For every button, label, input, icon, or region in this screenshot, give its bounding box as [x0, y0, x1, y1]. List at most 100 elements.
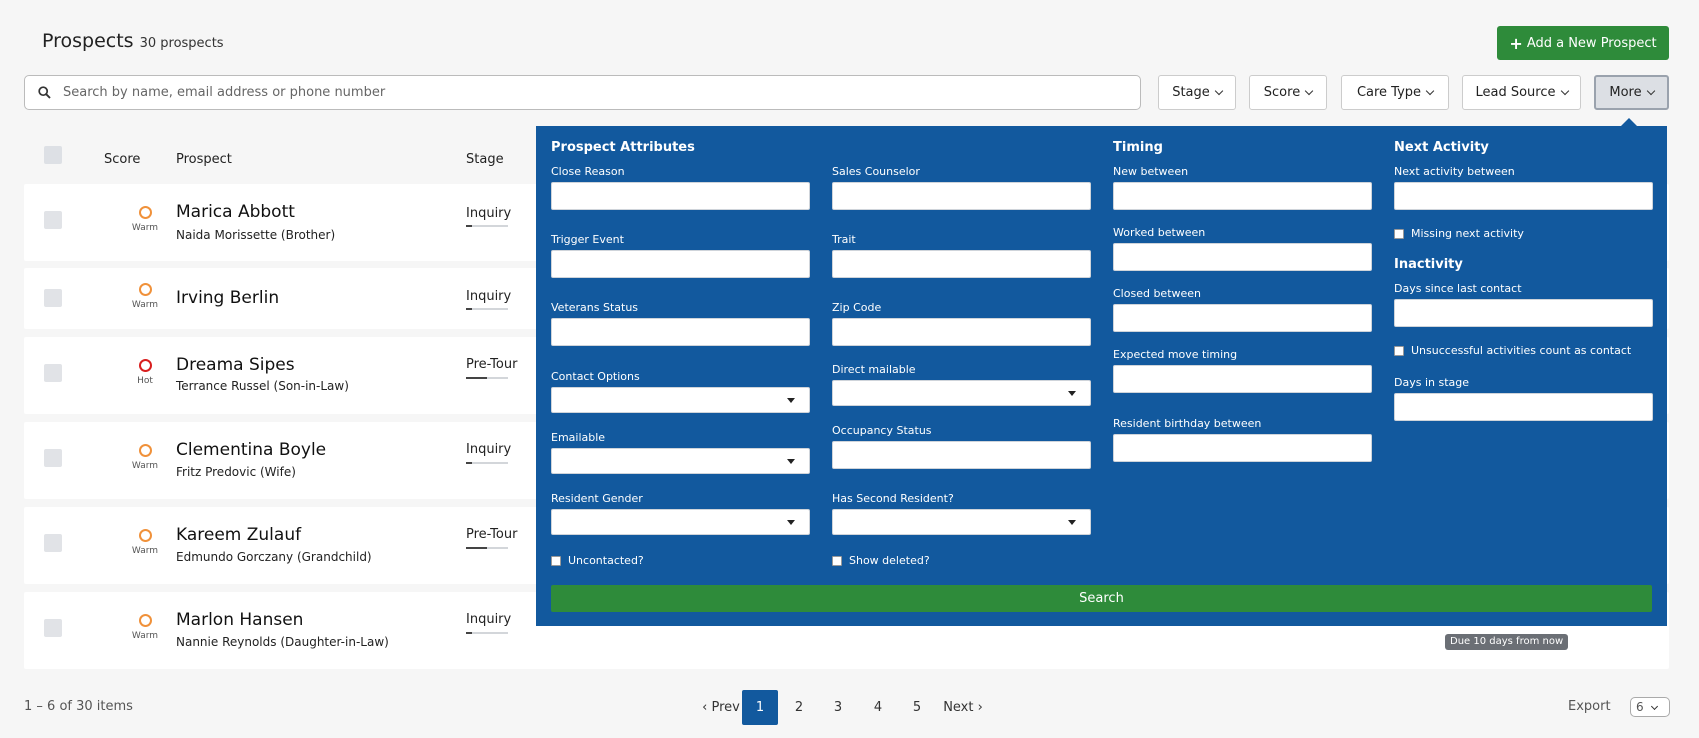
- warm-score-icon: [138, 529, 152, 542]
- checkbox-box[interactable]: [1394, 228, 1404, 239]
- export-link[interactable]: Export: [1568, 699, 1611, 714]
- prospect-contact: Naida Morissette (Brother): [176, 228, 336, 242]
- days-in-stage-field[interactable]: [1394, 393, 1653, 421]
- days-since-last-contact-label: Days since last contact: [1394, 282, 1522, 295]
- page-1-link[interactable]: 1: [742, 690, 778, 725]
- page-3-link[interactable]: 3: [820, 690, 856, 725]
- inactivity-heading: Inactivity: [1394, 257, 1463, 272]
- score-label: Warm: [131, 546, 159, 556]
- resident-gender-label: Resident Gender: [551, 492, 643, 505]
- checkbox-box[interactable]: [1394, 345, 1404, 356]
- trait-label: Trait: [832, 233, 856, 246]
- trait-field[interactable]: [832, 250, 1091, 278]
- column-header-score[interactable]: Score: [104, 152, 140, 167]
- score-filter-label: Score: [1263, 85, 1301, 100]
- row-checkbox[interactable]: [44, 449, 62, 467]
- prospect-attributes-heading: Prospect Attributes: [551, 140, 695, 155]
- next-page-link[interactable]: Next ›: [940, 690, 986, 725]
- occupancy-status-field[interactable]: [832, 441, 1091, 469]
- page-2-link[interactable]: 2: [781, 690, 817, 725]
- days-since-last-contact-field[interactable]: [1394, 299, 1653, 327]
- score-filter-button[interactable]: Score: [1249, 75, 1327, 110]
- close-reason-label: Close Reason: [551, 165, 625, 178]
- row-checkbox[interactable]: [44, 289, 62, 307]
- prospect-name[interactable]: Dreama Sipes: [176, 355, 295, 375]
- prospect-contact: Edmundo Gorczany (Grandchild): [176, 550, 372, 564]
- show-deleted-checkbox[interactable]: Show deleted?: [832, 554, 930, 567]
- prospect-name[interactable]: Irving Berlin: [176, 288, 279, 308]
- warm-score-icon: [138, 283, 152, 296]
- prospect-name[interactable]: Kareem Zulauf: [176, 525, 301, 545]
- score-label: Warm: [131, 223, 159, 233]
- stage-text: Inquiry: [466, 206, 512, 221]
- timing-heading: Timing: [1113, 140, 1163, 155]
- stage-progress-fill: [466, 377, 487, 379]
- stage-progress-fill: [466, 308, 473, 310]
- direct-mailable-label: Direct mailable: [832, 363, 916, 376]
- prev-page-link[interactable]: ‹ Prev: [700, 690, 742, 725]
- score-indicator: Warm: [104, 444, 186, 471]
- more-filter-button[interactable]: More: [1594, 75, 1669, 110]
- veterans-status-field[interactable]: [551, 318, 810, 346]
- contact-options-select[interactable]: [551, 387, 810, 413]
- per-page-select[interactable]: 6: [1630, 697, 1670, 717]
- stage-progress-bar: [466, 547, 508, 549]
- new-between-field[interactable]: [1113, 182, 1372, 210]
- score-label: Warm: [131, 631, 159, 641]
- resident-birthday-field[interactable]: [1113, 434, 1372, 462]
- caret-down-icon: [787, 398, 795, 403]
- closed-between-field[interactable]: [1113, 304, 1372, 332]
- checkbox-box[interactable]: [832, 555, 842, 566]
- page-4-link[interactable]: 4: [860, 690, 896, 725]
- has-second-resident-select[interactable]: [832, 509, 1091, 535]
- row-checkbox[interactable]: [44, 619, 62, 637]
- search-input[interactable]: [63, 85, 1123, 100]
- score-indicator: Warm: [104, 283, 186, 310]
- column-header-prospect[interactable]: Prospect: [176, 152, 232, 167]
- score-indicator: Warm: [104, 206, 186, 233]
- stage-filter-button[interactable]: Stage: [1158, 75, 1236, 110]
- row-checkbox[interactable]: [44, 534, 62, 552]
- worked-between-field[interactable]: [1113, 243, 1372, 271]
- score-label: Warm: [131, 300, 159, 310]
- missing-next-activity-label: Missing next activity: [1411, 227, 1524, 240]
- caret-down-icon: [1068, 520, 1076, 525]
- select-all-checkbox[interactable]: [44, 146, 62, 164]
- sales-counselor-field[interactable]: [832, 182, 1091, 210]
- row-checkbox[interactable]: [44, 211, 62, 229]
- checkbox-box[interactable]: [551, 555, 561, 566]
- unsuccessful-activities-checkbox[interactable]: Unsuccessful activities count as contact: [1394, 344, 1631, 357]
- next-activity-between-field[interactable]: [1394, 182, 1653, 210]
- row-checkbox[interactable]: [44, 364, 62, 382]
- prospect-name[interactable]: Marica Abbott: [176, 202, 295, 222]
- has-second-resident-label: Has Second Resident?: [832, 492, 954, 505]
- resident-gender-select[interactable]: [551, 509, 810, 535]
- lead-source-filter-button[interactable]: Lead Source: [1462, 75, 1581, 110]
- stage-progress-fill: [466, 632, 473, 634]
- column-header-stage[interactable]: Stage: [466, 152, 504, 167]
- warm-score-icon: [138, 614, 152, 627]
- add-prospect-button[interactable]: + Add a New Prospect: [1497, 26, 1669, 60]
- zip-code-field[interactable]: [832, 318, 1091, 346]
- expected-move-timing-field[interactable]: [1113, 365, 1372, 393]
- stage-progress-fill: [466, 547, 487, 549]
- trigger-event-field[interactable]: [551, 250, 810, 278]
- show-deleted-label: Show deleted?: [849, 554, 930, 567]
- caret-down-icon: [1068, 391, 1076, 396]
- search-box[interactable]: [24, 75, 1141, 110]
- search-button[interactable]: Search: [551, 585, 1652, 612]
- page-header: Prospects 30 prospects: [42, 30, 224, 52]
- uncontacted-label: Uncontacted?: [568, 554, 644, 567]
- direct-mailable-select[interactable]: [832, 380, 1091, 406]
- prospect-name[interactable]: Marlon Hansen: [176, 610, 303, 630]
- prospect-contact: Fritz Predovic (Wife): [176, 465, 296, 479]
- emailable-select[interactable]: [551, 448, 810, 474]
- uncontacted-checkbox[interactable]: Uncontacted?: [551, 554, 644, 567]
- chevron-down-icon: [1304, 86, 1314, 96]
- close-reason-field[interactable]: [551, 182, 810, 210]
- care-type-filter-button[interactable]: Care Type: [1341, 75, 1449, 110]
- missing-next-activity-checkbox[interactable]: Missing next activity: [1394, 227, 1524, 240]
- page-5-link[interactable]: 5: [899, 690, 935, 725]
- plus-icon: +: [1509, 33, 1523, 53]
- prospect-name[interactable]: Clementina Boyle: [176, 440, 326, 460]
